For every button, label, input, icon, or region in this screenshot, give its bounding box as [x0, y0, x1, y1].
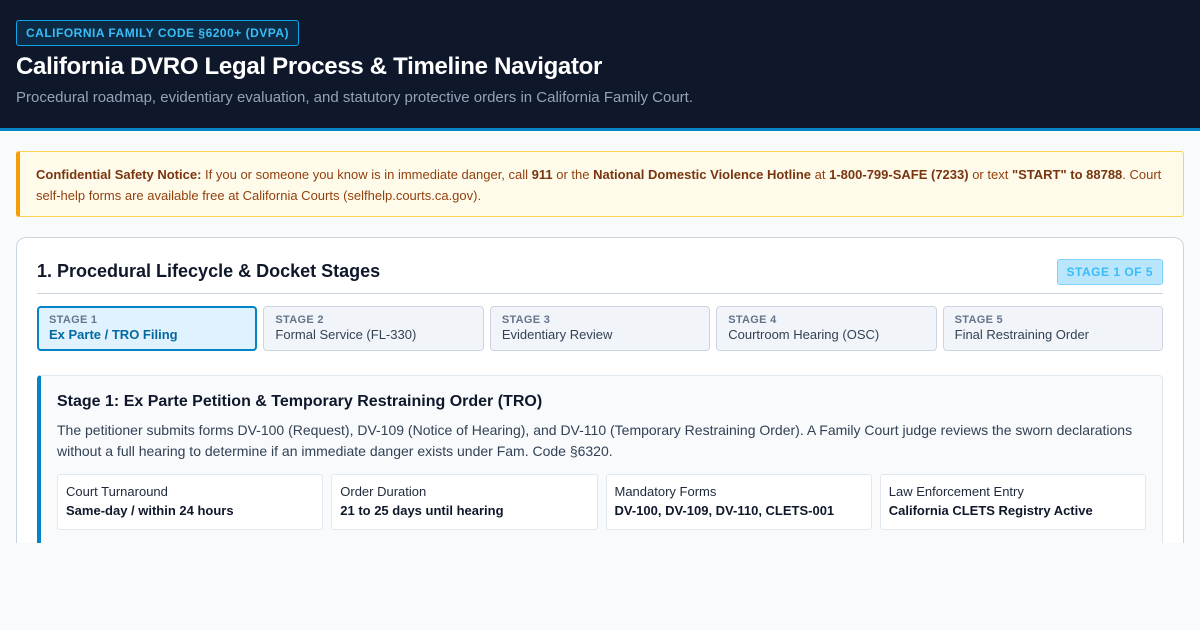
stage-counter-badge: STAGE 1 OF 5 [1056, 258, 1163, 285]
stage-number: STAGE 4 [728, 314, 777, 326]
fact-label: Law Enforcement Entry [888, 484, 1024, 499]
notice-text: If you or someone you know is in immedia… [201, 167, 532, 182]
stage-tab-1[interactable]: STAGE 1 Ex Parte / TRO Filing [37, 306, 258, 351]
text-code: "START" to 88788 [1011, 167, 1123, 182]
stage-label: Final Restraining Order [954, 327, 1090, 342]
stage-facts: Court Turnaround Same-day / within 24 ho… [57, 474, 1146, 530]
fact-label: Court Turnaround [66, 484, 168, 499]
stage-detail-title: Stage 1: Ex Parte Petition & Temporary R… [57, 393, 543, 410]
fact-order-duration: Order Duration 21 to 25 days until heari… [331, 474, 598, 530]
card-header: 1. Procedural Lifecycle & Docket Stages … [37, 238, 1163, 294]
stage-tab-2[interactable]: STAGE 2 Formal Service (FL-330) [263, 306, 484, 351]
stage-label: Evidentiary Review [501, 327, 613, 342]
page-header: CALIFORNIA FAMILY CODE §6200+ (DVPA) Cal… [0, 0, 1200, 131]
page-title: California DVRO Legal Process & Timeline… [16, 53, 603, 80]
stage-number: STAGE 5 [954, 314, 1003, 326]
stage-number: STAGE 1 [49, 314, 98, 326]
lifecycle-card: 1. Procedural Lifecycle & Docket Stages … [16, 237, 1184, 543]
fact-mandatory-forms: Mandatory Forms DV-100, DV-109, DV-110, … [605, 474, 872, 530]
statute-badge: CALIFORNIA FAMILY CODE §6200+ (DVPA) [16, 20, 300, 46]
emergency-number: 911 [531, 167, 553, 182]
notice-text: at [811, 167, 830, 182]
notice-text: or the [552, 167, 594, 182]
stage-label: Formal Service (FL-330) [275, 327, 417, 342]
stage-detail-description: The petitioner submits forms DV-100 (Req… [57, 422, 1133, 459]
hotline-name: National Domestic Violence Hotline [593, 167, 812, 182]
notice-lead: Confidential Safety Notice: [36, 167, 202, 182]
fact-value: DV-100, DV-109, DV-110, CLETS-001 [614, 503, 835, 518]
fact-value: Same-day / within 24 hours [66, 503, 234, 518]
stage-number: STAGE 2 [275, 314, 324, 326]
fact-value: California CLETS Registry Active [888, 503, 1093, 518]
section-title: 1. Procedural Lifecycle & Docket Stages [37, 261, 381, 281]
stage-tab-4[interactable]: STAGE 4 Courtroom Hearing (OSC) [716, 306, 937, 351]
fact-court-turnaround: Court Turnaround Same-day / within 24 ho… [57, 474, 324, 530]
notice-text: or text [968, 167, 1012, 182]
stage-detail-panel: Stage 1: Ex Parte Petition & Temporary R… [37, 375, 1163, 543]
fact-label: Mandatory Forms [614, 484, 717, 499]
stage-tabs: STAGE 1 Ex Parte / TRO Filing STAGE 2 Fo… [37, 306, 1164, 351]
safety-notice: Confidential Safety Notice: If you or so… [16, 151, 1184, 217]
stage-number: STAGE 3 [501, 314, 551, 326]
fact-law-enforcement: Law Enforcement Entry California CLETS R… [879, 474, 1146, 530]
stage-label: Ex Parte / TRO Filing [49, 327, 178, 342]
page-subtitle: Procedural roadmap, evidentiary evaluati… [16, 89, 693, 106]
fact-label: Order Duration [340, 484, 427, 499]
stage-tab-3[interactable]: STAGE 3 Evidentiary Review [489, 306, 711, 351]
stage-label: Courtroom Hearing (OSC) [728, 327, 880, 342]
fact-value: 21 to 25 days until hearing [340, 503, 504, 518]
stage-tab-5[interactable]: STAGE 5 Final Restraining Order [942, 306, 1164, 351]
hotline-number: 1-800-799-SAFE (7233) [829, 167, 969, 182]
